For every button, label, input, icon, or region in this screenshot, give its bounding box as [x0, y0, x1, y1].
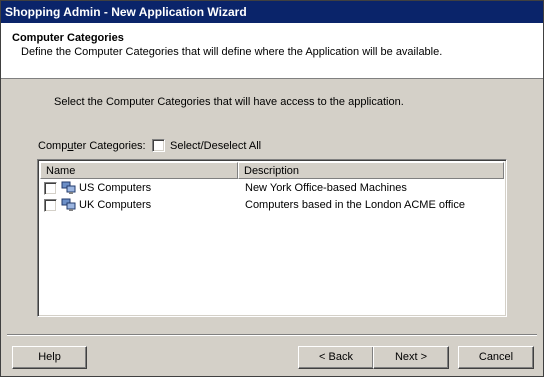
categories-list[interactable]: Name Description US Computers New York O… [37, 159, 507, 317]
wizard-header: Computer Categories Define the Computer … [1, 23, 543, 79]
help-button[interactable]: Help [12, 346, 87, 369]
row-checkbox[interactable] [44, 181, 57, 195]
wizard-window: Shopping Admin - New Application Wizard … [0, 0, 544, 377]
select-all-checkbox[interactable]: Select/Deselect All [152, 139, 261, 152]
row-name: US Computers [79, 182, 152, 194]
computer-categories-label: Computer Categories: [38, 140, 146, 152]
list-header: Name Description [40, 162, 504, 179]
page-title: Computer Categories [12, 32, 124, 44]
select-all-label: Select/Deselect All [170, 139, 262, 152]
computer-group-icon [61, 198, 77, 212]
list-item[interactable]: UK Computers Computers based in the Lond… [44, 197, 504, 213]
select-all-checkbox-box[interactable] [152, 139, 165, 152]
instruction-text: Select the Computer Categories that will… [54, 96, 404, 108]
cancel-button[interactable]: Cancel [458, 346, 534, 369]
page-subtitle: Define the Computer Categories that will… [21, 46, 443, 58]
row-name: UK Computers [79, 199, 152, 211]
window-title: Shopping Admin - New Application Wizard [1, 1, 543, 23]
column-header-name[interactable]: Name [40, 162, 238, 179]
list-item[interactable]: US Computers New York Office-based Machi… [44, 180, 504, 196]
row-checkbox[interactable] [44, 198, 57, 212]
column-header-description[interactable]: Description [238, 162, 504, 179]
row-description: Computers based in the London ACME offic… [245, 199, 465, 211]
button-separator [7, 334, 537, 336]
next-button[interactable]: Next > [373, 346, 449, 369]
back-button[interactable]: < Back [298, 346, 374, 369]
computer-group-icon [61, 181, 77, 195]
row-description: New York Office-based Machines [245, 182, 407, 194]
